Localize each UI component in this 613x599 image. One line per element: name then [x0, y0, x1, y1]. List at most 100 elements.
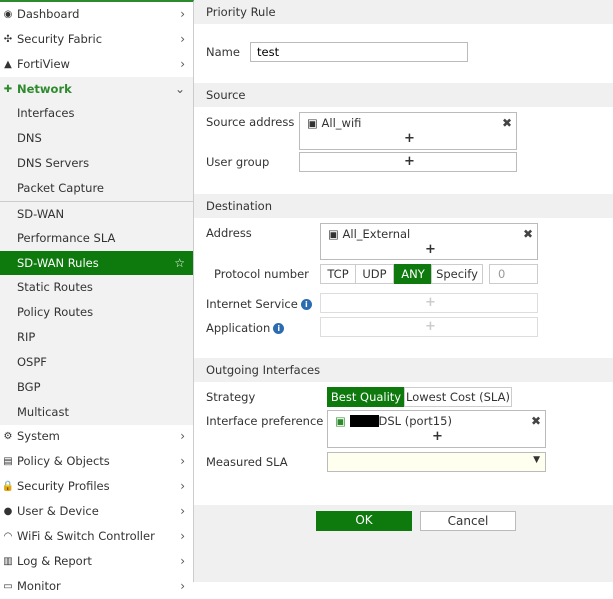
strategy-lowest-cost[interactable]: Lowest Cost (SLA)	[404, 387, 512, 407]
sidebar-item-network[interactable]: ✚ Network ⌄	[0, 76, 193, 102]
internet-service-label: Internet Service i	[206, 297, 312, 311]
protocol-specify[interactable]: Specify	[431, 264, 483, 284]
chevron-right-icon: ›	[180, 479, 185, 494]
section-outgoing-interfaces: Outgoing Interfaces	[194, 358, 613, 382]
name-input[interactable]	[250, 42, 468, 62]
policy-icon: ▤	[3, 456, 13, 468]
star-icon[interactable]: ☆	[174, 251, 185, 276]
main-form: Priority Rule Name Source Source address…	[194, 0, 613, 582]
source-address-label: Source address	[206, 115, 295, 129]
chevron-right-icon: ›	[180, 429, 185, 444]
source-address-field[interactable]: ▣ All_wifi ✖ +	[299, 112, 517, 150]
interface-preference-label: Interface preference	[206, 414, 324, 428]
protocol-any[interactable]: ANY	[394, 264, 432, 284]
interface-icon: ▣	[335, 414, 346, 428]
lock-icon: 🔒	[1, 481, 15, 493]
sidebar-item-label: FortiView	[17, 56, 70, 71]
application-label: Application i	[206, 321, 285, 335]
info-icon: i	[300, 299, 312, 310]
sidebar-item-dashboard[interactable]: ◉ Dashboard ›	[0, 2, 193, 27]
add-icon[interactable]: +	[432, 429, 443, 444]
add-icon[interactable]: +	[425, 242, 436, 257]
user-group-label: User group	[206, 155, 270, 169]
interface-preference-field[interactable]: ▣ DSL (port15) ✖ +	[327, 410, 546, 448]
sidebar-item-user-device[interactable]: ● User & Device ›	[0, 499, 193, 524]
address-entry: ▣ All_External	[328, 227, 411, 241]
sidebar-item-static-routes[interactable]: Static Routes	[0, 275, 193, 301]
remove-icon[interactable]: ✖	[531, 414, 541, 428]
security-fabric-icon: ✣	[3, 33, 13, 45]
section-source: Source	[194, 83, 613, 107]
protocol-tcp[interactable]: TCP	[320, 264, 356, 284]
name-label: Name	[206, 45, 240, 59]
sidebar-item-label: DNS Servers	[17, 156, 90, 171]
chevron-down-icon: ⌄	[174, 81, 185, 96]
add-icon[interactable]: +	[404, 154, 415, 169]
sidebar-item-system[interactable]: ⚙ System ›	[0, 424, 193, 449]
sidebar-item-security-fabric[interactable]: ✣ Security Fabric ›	[0, 27, 193, 52]
measured-sla-select[interactable]: ▼	[327, 452, 546, 472]
interface-entry: ▣ DSL (port15)	[335, 414, 452, 428]
destination-address-field[interactable]: ▣ All_External ✖ +	[320, 223, 538, 260]
sidebar-item-packet-capture[interactable]: Packet Capture	[0, 175, 193, 201]
sidebar-item-sd-wan-rules[interactable]: SD-WAN Rules ☆	[0, 250, 193, 276]
sidebar-item-dns[interactable]: DNS	[0, 126, 193, 152]
sidebar-item-sd-wan[interactable]: SD-WAN	[0, 200, 193, 226]
chevron-right-icon: ›	[180, 454, 185, 469]
strategy-best-quality[interactable]: Best Quality	[327, 387, 405, 407]
sidebar-item-wifi-switch-controller[interactable]: ◠ WiFi & Switch Controller ›	[0, 524, 193, 549]
sidebar-item-label: WiFi & Switch Controller	[17, 528, 155, 543]
sidebar-item-label: SD-WAN Rules	[17, 255, 99, 270]
add-icon[interactable]: +	[404, 131, 415, 146]
sidebar-item-label: Multicast	[17, 404, 69, 419]
user-group-field[interactable]: +	[299, 152, 517, 172]
sidebar-item-label: Log & Report	[17, 553, 92, 568]
sidebar-item-ospf[interactable]: OSPF	[0, 349, 193, 375]
section-priority-rule: Priority Rule	[194, 0, 613, 24]
sidebar-item-label: RIP	[17, 330, 36, 345]
protocol-label: Protocol number	[214, 267, 309, 281]
add-icon[interactable]: +	[425, 319, 436, 334]
sidebar-item-label: Dashboard	[17, 7, 80, 21]
cancel-button[interactable]: Cancel	[420, 511, 516, 531]
remove-icon[interactable]: ✖	[502, 116, 512, 130]
sidebar-item-label: BGP	[17, 379, 41, 394]
info-icon: i	[273, 323, 285, 334]
sidebar-item-bgp[interactable]: BGP	[0, 374, 193, 400]
redacted-block	[349, 415, 379, 427]
add-icon[interactable]: +	[425, 295, 436, 310]
ok-button[interactable]: OK	[316, 511, 412, 531]
remove-icon[interactable]: ✖	[523, 227, 533, 241]
sidebar-item-interfaces[interactable]: Interfaces	[0, 101, 193, 127]
protocol-udp[interactable]: UDP	[355, 264, 394, 284]
sidebar-item-multicast[interactable]: Multicast	[0, 399, 193, 425]
sidebar-item-log-report[interactable]: ▥ Log & Report ›	[0, 549, 193, 574]
sidebar-item-rip[interactable]: RIP	[0, 325, 193, 351]
sidebar-item-policy-objects[interactable]: ▤ Policy & Objects ›	[0, 449, 193, 474]
sidebar-item-label: Policy Routes	[17, 305, 94, 320]
address-icon: ▣	[307, 116, 318, 130]
sidebar-item-label: Security Profiles	[17, 479, 110, 494]
chevron-right-icon: ›	[180, 578, 185, 593]
dropdown-arrow-icon: ▼	[533, 455, 540, 465]
gear-icon: ⚙	[3, 431, 13, 443]
sidebar-item-label: DNS	[17, 131, 42, 146]
dashboard-icon: ◉	[3, 9, 13, 20]
chevron-right-icon: ›	[180, 504, 185, 518]
sidebar-item-dns-servers[interactable]: DNS Servers	[0, 151, 193, 177]
chevron-right-icon: ›	[180, 553, 185, 568]
chevron-right-icon: ›	[180, 56, 185, 71]
sidebar-item-label: User & Device	[17, 504, 99, 518]
wifi-icon: ◠	[3, 530, 13, 542]
internet-service-field[interactable]: +	[320, 293, 538, 313]
sidebar-item-monitor[interactable]: ▭ Monitor ›	[0, 574, 193, 599]
address-icon: ▣	[328, 227, 339, 241]
sidebar-item-security-profiles[interactable]: 🔒 Security Profiles ›	[0, 474, 193, 499]
application-field[interactable]: +	[320, 317, 538, 337]
sidebar-item-policy-routes[interactable]: Policy Routes	[0, 300, 193, 326]
sidebar-item-performance-sla[interactable]: Performance SLA	[0, 225, 193, 251]
fortiview-icon: ▲	[4, 58, 12, 70]
sidebar-item-fortiview[interactable]: ▲ FortiView ›	[0, 52, 193, 77]
chart-icon: ▥	[3, 555, 13, 567]
protocol-number-input[interactable]: 0	[489, 264, 538, 284]
